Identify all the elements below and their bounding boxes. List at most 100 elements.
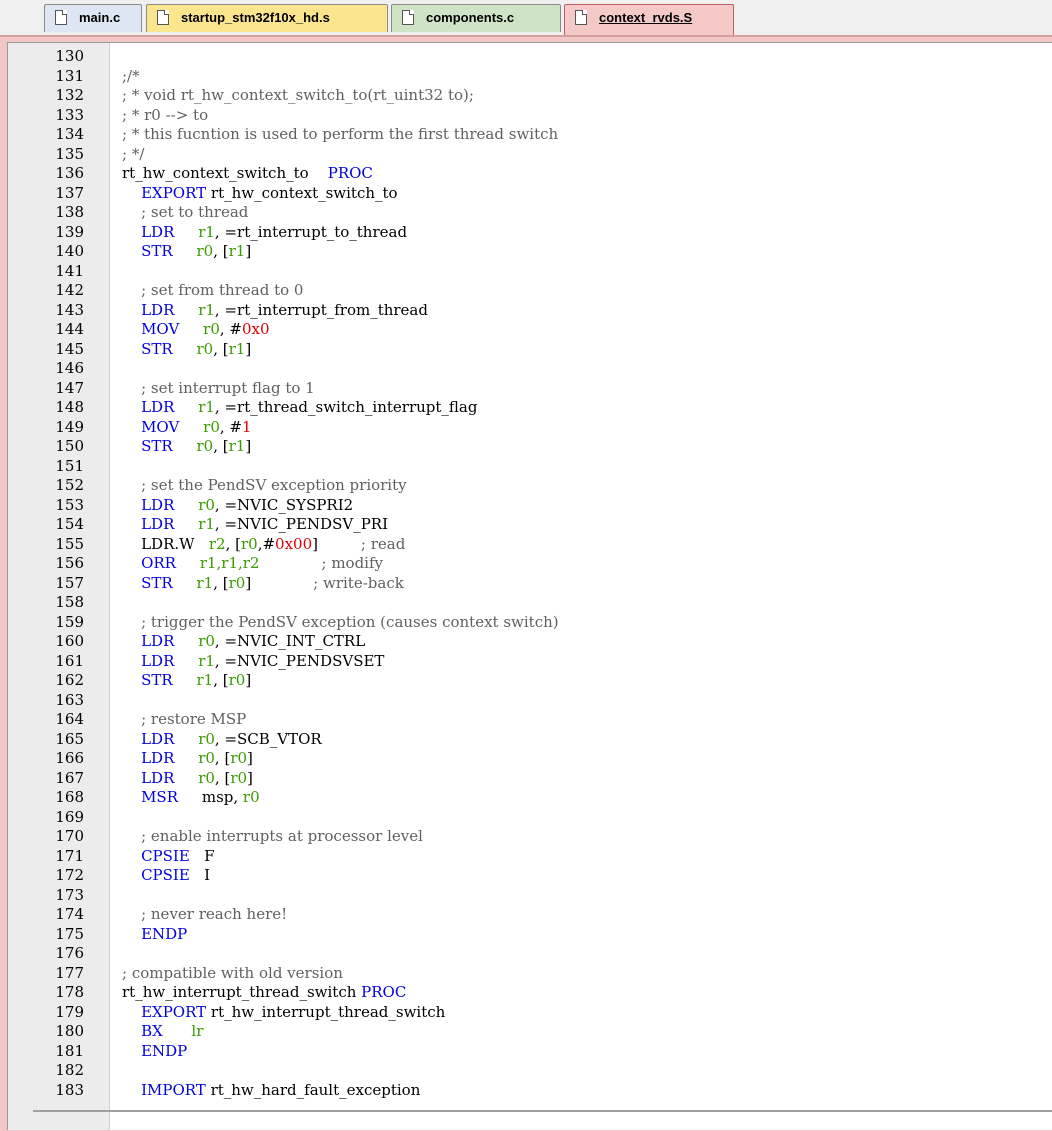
code-line[interactable]: 143 LDR r1, =rt_interrupt_from_thread — [8, 301, 1052, 321]
code-line[interactable]: 159 ; trigger the PendSV exception (caus… — [8, 613, 1052, 633]
code-line[interactable]: 162 STR r1, [r0] — [8, 671, 1052, 691]
code-line[interactable]: 174 ; never reach here! — [8, 905, 1052, 925]
tab-bar: main.c startup_stm32f10x_hd.s components… — [0, 0, 1052, 36]
code-token: r1 — [198, 398, 215, 416]
code-token: r1 — [228, 437, 246, 455]
code-line[interactable]: 148 LDR r1, =rt_thread_switch_interrupt_… — [8, 398, 1052, 418]
code-token: r1 — [196, 671, 214, 689]
code-token: r0 — [196, 242, 214, 260]
code-token: r0 — [196, 437, 214, 455]
code-line[interactable]: 183 IMPORT rt_hw_hard_fault_exception — [8, 1081, 1052, 1101]
code-line[interactable]: 142 ; set from thread to 0 — [8, 281, 1052, 301]
code-line[interactable]: 147 ; set interrupt flag to 1 — [8, 379, 1052, 399]
code-line[interactable]: 161 LDR r1, =NVIC_PENDSVSET — [8, 652, 1052, 672]
code-line[interactable]: 130 — [8, 47, 1052, 67]
line-number: 150 — [55, 437, 84, 455]
tab-components-c[interactable]: components.c — [391, 4, 561, 32]
code-line[interactable]: 181 ENDP — [8, 1042, 1052, 1062]
code-line[interactable]: 170 ; enable interrupts at processor lev… — [8, 827, 1052, 847]
code-line[interactable]: 168 MSR msp, r0 — [8, 788, 1052, 808]
tab-label: main.c — [79, 10, 121, 25]
code-editor[interactable]: 130 131 ;/* 132 ; * void rt_hw_context_switc… — [7, 42, 1052, 1130]
code-token: LDR — [141, 768, 175, 787]
code-line[interactable]: 144 MOV r0, #0x0 — [8, 320, 1052, 340]
line-number: 148 — [55, 398, 84, 416]
code-line[interactable]: 156 ORR r1,r1,r2 ; modify — [8, 554, 1052, 574]
code-token: CPSIE — [141, 846, 190, 865]
code-line[interactable]: 180 BX lr — [8, 1022, 1052, 1042]
code-line[interactable]: 140 STR r0, [r1] — [8, 242, 1052, 262]
code-line[interactable]: 138 ; set to thread — [8, 203, 1052, 223]
code-token: r0 — [198, 749, 215, 767]
code-line[interactable]: 132 ; * void rt_hw_context_switch_to(rt_u… — [8, 86, 1052, 106]
code-line[interactable]: 139 LDR r1, =rt_interrupt_to_thread — [8, 223, 1052, 243]
code-token: MOV — [141, 417, 180, 436]
code-text: ; compatible with old version — [122, 964, 343, 984]
code-line[interactable]: 167 LDR r0, [r0] — [8, 769, 1052, 789]
code-text: ORR r1,r1,r2 ; modify — [122, 554, 383, 574]
code-text: ; restore MSP — [122, 710, 246, 730]
code-line[interactable]: 141 — [8, 262, 1052, 282]
horizontal-scrollbar[interactable] — [33, 1110, 1052, 1112]
code-text: LDR r0, =NVIC_SYSPRI2 — [122, 496, 353, 516]
code-line[interactable]: 178 rt_hw_interrupt_thread_switch PROC — [8, 983, 1052, 1003]
tab-startup-stm32f10x-hd-s[interactable]: startup_stm32f10x_hd.s — [146, 4, 388, 32]
code-line[interactable]: 179 EXPORT rt_hw_interrupt_thread_switch — [8, 1003, 1052, 1023]
code-line[interactable]: 160 LDR r0, =NVIC_INT_CTRL — [8, 632, 1052, 652]
code-token: r0 — [230, 768, 248, 787]
tab-main-c[interactable]: main.c — [44, 4, 142, 32]
code-text: STR r1, [r0] — [122, 671, 251, 691]
code-line[interactable]: 172 CPSIE I — [8, 866, 1052, 886]
code-line[interactable]: 175 ENDP — [8, 925, 1052, 945]
code-line[interactable]: 135 ; */ — [8, 145, 1052, 165]
line-number: 183 — [55, 1080, 84, 1099]
code-token: r0 — [203, 320, 220, 338]
code-line[interactable]: 145 STR r0, [r1] — [8, 340, 1052, 360]
code-token: , [ — [213, 573, 229, 592]
code-line[interactable]: 153 LDR r0, =NVIC_SYSPRI2 — [8, 496, 1052, 516]
code-line[interactable]: 163 — [8, 691, 1052, 711]
code-token: LDR — [141, 300, 175, 319]
code-line[interactable]: 149 MOV r0, #1 — [8, 418, 1052, 438]
code-line[interactable]: 137 EXPORT rt_hw_context_switch_to — [8, 184, 1052, 204]
code-line[interactable]: 157 STR r1, [r0] ; write-back — [8, 574, 1052, 594]
code-line[interactable]: 150 STR r0, [r1] — [8, 437, 1052, 457]
code-line[interactable]: 176 — [8, 944, 1052, 964]
code-line[interactable]: 152 ; set the PendSV exception priority — [8, 476, 1052, 496]
code-text: ; trigger the PendSV exception (causes c… — [122, 613, 559, 633]
code-line[interactable]: 131 ;/* — [8, 67, 1052, 87]
code-line[interactable]: 154 LDR r1, =NVIC_PENDSV_PRI — [8, 515, 1052, 535]
code-line[interactable]: 171 CPSIE F — [8, 847, 1052, 867]
code-line[interactable]: 173 — [8, 886, 1052, 906]
code-line[interactable]: 164 ; restore MSP — [8, 710, 1052, 730]
code-line[interactable]: 182 — [8, 1061, 1052, 1081]
code-text: LDR r0, =SCB_VTOR — [122, 730, 322, 750]
code-text: LDR.W r2, [r0,#0x00] ; read — [122, 535, 405, 555]
code-line[interactable]: 158 — [8, 593, 1052, 613]
code-line[interactable]: 146 — [8, 359, 1052, 379]
code-line[interactable]: 136 rt_hw_context_switch_to PROC — [8, 164, 1052, 184]
line-number: 138 — [55, 203, 84, 221]
code-line[interactable]: 165 LDR r0, =SCB_VTOR — [8, 730, 1052, 750]
line-number: 181 — [55, 1041, 84, 1060]
code-line[interactable]: 169 — [8, 808, 1052, 828]
line-number: 159 — [55, 612, 84, 631]
code-token: , =NVIC_PENDSV_PRI — [214, 515, 389, 533]
code-line[interactable]: 166 LDR r0, [r0] — [8, 749, 1052, 769]
code-line[interactable]: 134 ; * this fucntion is used to perform … — [8, 125, 1052, 145]
code-line[interactable]: 177 ; compatible with old version — [8, 964, 1052, 984]
tab-label: components.c — [426, 10, 515, 25]
code-line[interactable]: 155 LDR.W r2, [r0,#0x00] ; read — [8, 535, 1052, 555]
code-line[interactable]: 151 — [8, 457, 1052, 477]
tab-context-rvds-s[interactable]: context_rvds.S — [564, 4, 734, 35]
code-text: MOV r0, #1 — [122, 417, 251, 438]
code-line[interactable]: 133 ; * r0 --> to — [8, 106, 1052, 126]
code-token: LDR — [141, 749, 175, 767]
